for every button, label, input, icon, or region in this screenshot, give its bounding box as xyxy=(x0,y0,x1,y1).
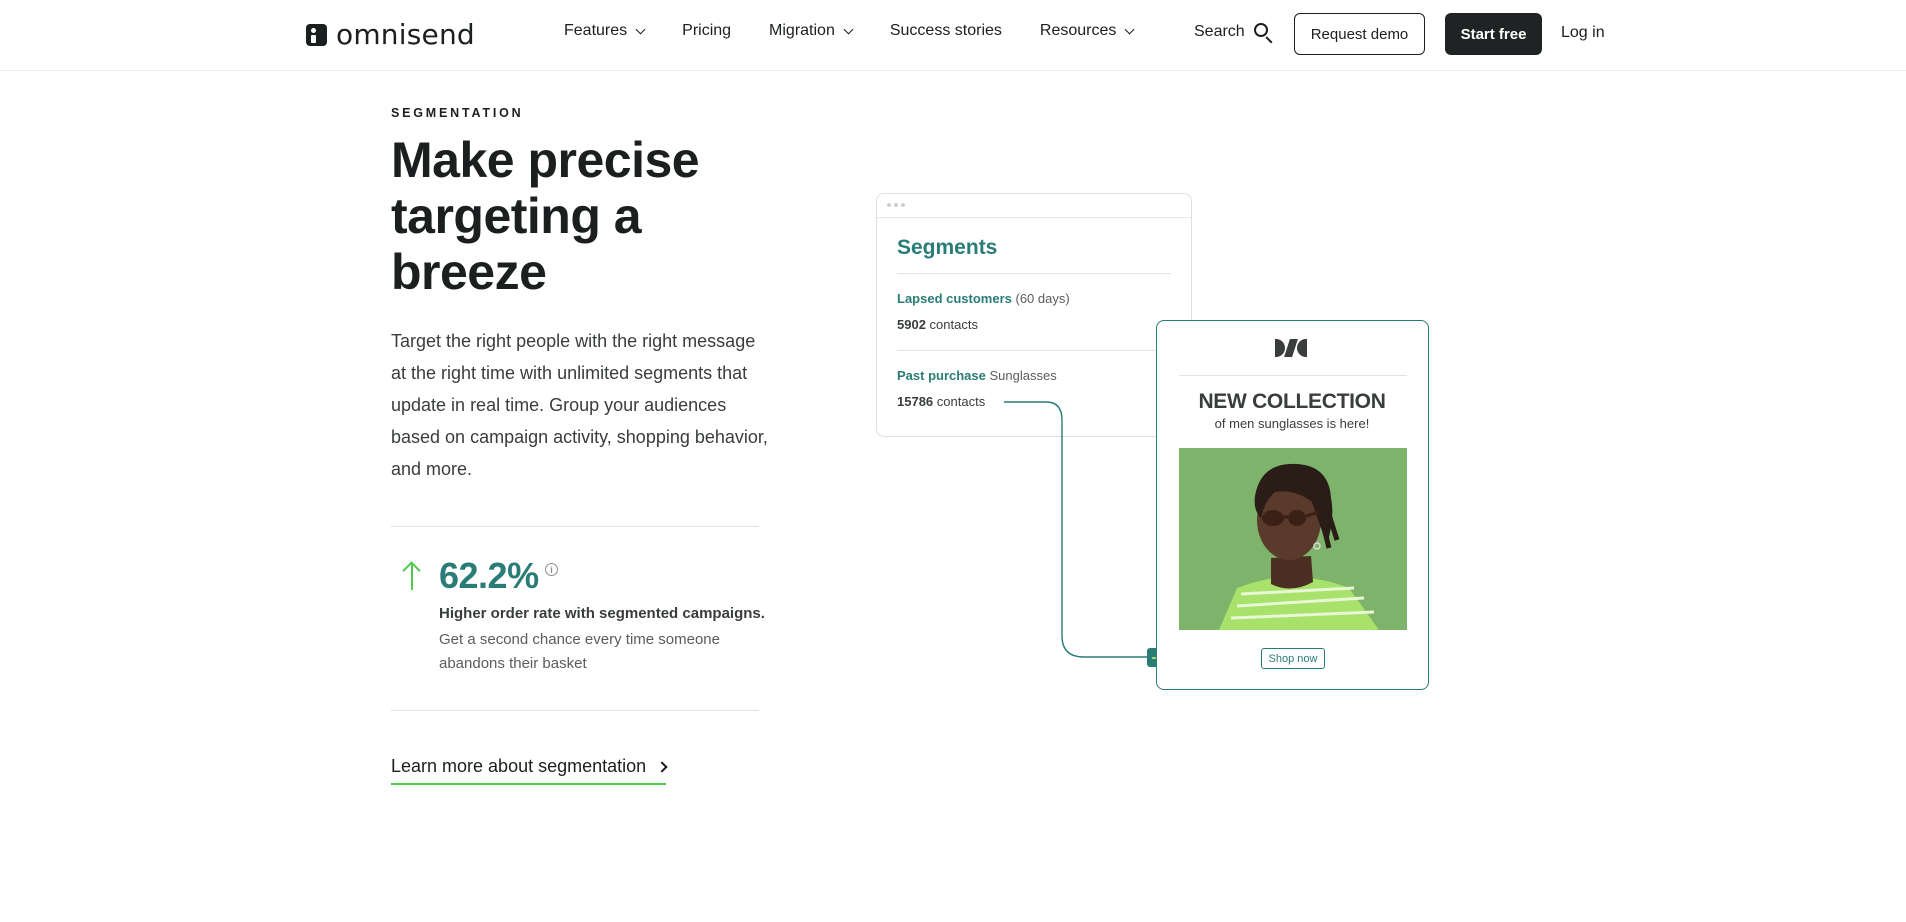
segment-count-suffix: contacts xyxy=(929,317,978,332)
segment-row-count: 15786 contacts xyxy=(897,394,985,409)
segment-name: Past purchase xyxy=(897,368,986,383)
brand-icon xyxy=(1275,339,1307,357)
learn-more-label: Learn more about segmentation xyxy=(391,756,647,776)
login-link[interactable]: Log in xyxy=(1561,24,1605,42)
nav-item-migration[interactable]: Migration xyxy=(769,22,854,40)
divider xyxy=(897,350,1171,351)
main-nav: Features Pricing Migration Success stori… xyxy=(564,22,1171,40)
email-preview-card: NEW COLLECTION of men sunglasses is here… xyxy=(1156,320,1429,690)
segment-detail: (60 days) xyxy=(1015,291,1070,306)
chevron-down-icon xyxy=(843,24,854,34)
divider xyxy=(1179,375,1407,376)
nav-item-success-stories[interactable]: Success stories xyxy=(890,22,1002,40)
chevron-right-icon xyxy=(656,760,668,773)
segment-detail: Sunglasses xyxy=(989,368,1057,383)
segment-count: 5902 xyxy=(897,317,926,332)
logo-icon xyxy=(306,23,327,46)
section-description: Target the right people with the right m… xyxy=(391,331,768,479)
chevron-down-icon xyxy=(635,24,646,34)
segment-row-name: Past purchase Sunglasses xyxy=(897,368,1057,383)
nav-item-features[interactable]: Features xyxy=(564,22,646,40)
logo-text: omnisend xyxy=(336,18,475,51)
start-free-button[interactable]: Start free xyxy=(1445,13,1542,55)
divider xyxy=(391,710,759,711)
search-icon xyxy=(1253,22,1273,44)
email-title: NEW COLLECTION xyxy=(1198,390,1386,413)
stat-value: 62.2% xyxy=(439,555,539,596)
email-subtitle: of men sunglasses is here! xyxy=(1214,416,1370,431)
site-header: omnisend Features Pricing Migration Succ… xyxy=(0,0,1906,71)
section-eyebrow: SEGMENTATION xyxy=(391,106,524,120)
segment-count: 15786 xyxy=(897,394,934,409)
connector-line xyxy=(1004,401,1147,658)
omnisend-logo[interactable]: omnisend xyxy=(306,18,475,51)
arrow-up-icon xyxy=(401,561,423,591)
nav-item-label: Pricing xyxy=(682,22,732,39)
segments-title: Segments xyxy=(897,236,998,259)
segment-count-suffix: contacts xyxy=(936,394,986,409)
stat-description: Get a second chance every time someone a… xyxy=(439,631,720,672)
search-button[interactable]: Search xyxy=(1194,22,1273,44)
nav-item-label: Resources xyxy=(1039,22,1117,39)
window-topbar xyxy=(877,194,1191,218)
learn-more-link[interactable]: Learn more about segmentation xyxy=(391,756,668,785)
nav-item-label: Success stories xyxy=(889,22,1002,39)
divider xyxy=(897,273,1171,274)
chevron-down-icon xyxy=(1124,24,1135,34)
page-title: Make precise targeting a breeze xyxy=(391,132,700,300)
product-image xyxy=(1179,448,1407,630)
segments-card: Segments Lapsed customers (60 days) 5902… xyxy=(876,193,1192,437)
segment-row-name: Lapsed customers (60 days) xyxy=(897,291,1070,306)
request-demo-button[interactable]: Request demo xyxy=(1294,13,1425,55)
nav-item-pricing[interactable]: Pricing xyxy=(682,22,731,40)
nav-item-label: Migration xyxy=(769,22,835,39)
divider xyxy=(391,526,759,527)
search-label: Search xyxy=(1194,23,1245,40)
info-icon[interactable]: i xyxy=(545,563,558,576)
nav-item-label: Features xyxy=(564,22,628,39)
stat-title: Higher order rate with segmented campaig… xyxy=(439,605,765,622)
shop-now-button[interactable]: Shop now xyxy=(1261,648,1325,669)
segment-name: Lapsed customers xyxy=(897,291,1012,306)
segment-row-count: 5902 contacts xyxy=(897,317,978,332)
nav-item-resources[interactable]: Resources xyxy=(1039,22,1135,40)
